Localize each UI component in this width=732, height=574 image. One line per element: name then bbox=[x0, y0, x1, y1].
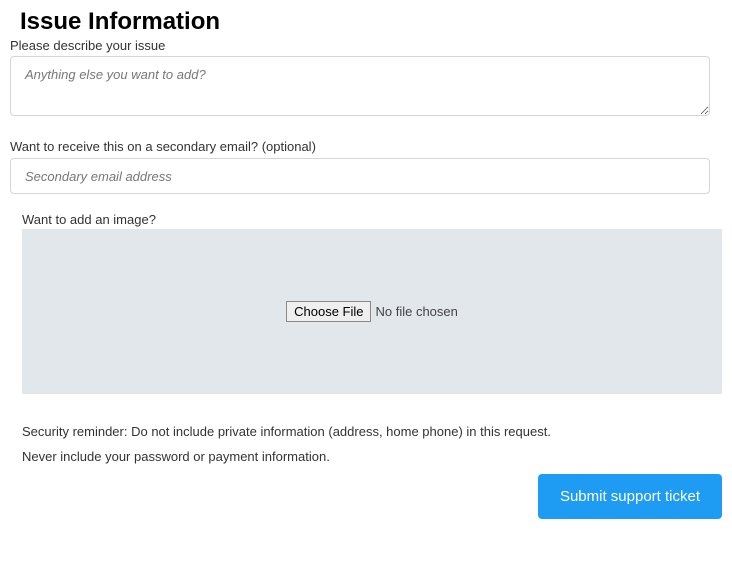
secondary-email-input[interactable] bbox=[10, 158, 710, 194]
security-reminder-line-1: Security reminder: Do not include privat… bbox=[22, 424, 722, 439]
image-upload-section: Want to add an image? Choose File No fil… bbox=[10, 212, 722, 394]
issue-label: Please describe your issue bbox=[10, 38, 722, 53]
submit-button[interactable]: Submit support ticket bbox=[538, 474, 722, 519]
image-upload-label: Want to add an image? bbox=[22, 212, 722, 227]
file-picker: Choose File No file chosen bbox=[286, 301, 458, 322]
page-title: Issue Information bbox=[20, 8, 722, 36]
choose-file-button[interactable]: Choose File bbox=[286, 301, 371, 322]
image-dropzone[interactable]: Choose File No file chosen bbox=[22, 229, 722, 394]
secondary-email-label: Want to receive this on a secondary emai… bbox=[10, 139, 722, 154]
issue-description-section: Please describe your issue bbox=[10, 38, 722, 121]
file-status-text: No file chosen bbox=[375, 304, 457, 319]
submit-row: Submit support ticket bbox=[10, 474, 722, 519]
secondary-email-section: Want to receive this on a secondary emai… bbox=[10, 139, 722, 194]
security-reminder-line-2: Never include your password or payment i… bbox=[22, 449, 722, 464]
issue-textarea[interactable] bbox=[10, 56, 710, 116]
security-reminders: Security reminder: Do not include privat… bbox=[22, 424, 722, 464]
